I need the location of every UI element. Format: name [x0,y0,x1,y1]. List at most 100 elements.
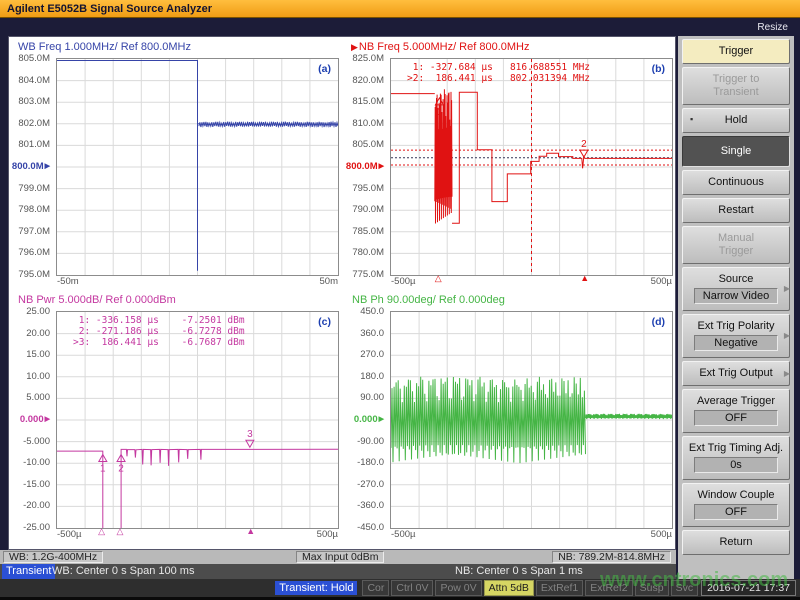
resize-button[interactable]: Resize [757,22,788,33]
marker-position-icon[interactable]: ▲ [246,526,255,536]
plot-quadrant-nb-power: NB Pwr 5.000dB/ Ref 0.000dBm 25.0020.001… [9,293,343,546]
submenu-arrow-icon: ▶ [784,284,790,293]
sidebar-button-ext-trig-timing-adj[interactable]: Ext Trig Timing Adj. 0s [682,436,790,480]
y-tick-label: -10.00 [23,457,50,468]
y-tick-label: 450.0 [360,306,384,317]
y-tick-label: -270.0 [357,479,384,490]
sidebar-button-manual-trigger: ManualTrigger [682,226,790,264]
wb-sweep-label: WB: Center 0 s Span 100 ms [52,564,194,579]
plot-b-graph[interactable]: 12 1: -327.684 µs 816.688551 MHz>2: 186.… [390,58,673,276]
button-label: Trigger [685,45,787,58]
marker-position-outline-icon[interactable]: △ [98,526,105,537]
marker-readout-line: >2: 186.441 µs 802.031394 MHz [407,73,590,84]
status-cell-susp: Susp [635,580,669,596]
sidebar-menu: Trigger Trigger toTransient Hold▪ Single Con… [678,36,794,579]
button-label: Transient [685,86,787,99]
button-label: Ext Trig Polarity [685,320,787,333]
status-indicators: CorCtrl 0VPow 0VAttn 5dBExtRef1ExtRef2Su… [360,580,698,596]
sidebar-button-window-couple[interactable]: Window CoupleOFF [682,483,790,527]
status-bar: Transient: Hold CorCtrl 0VPow 0VAttn 5dB… [0,579,800,597]
marker-readout-line: 2: -271.186 µs -6.7278 dBm [73,326,245,337]
sweep-settings-bar: Transient WB: Center 0 s Span 100 ms NB:… [0,564,676,579]
sidebar-button-ext-trig-polarity[interactable]: Ext Trig PolarityNegative▶ [682,314,790,358]
button-label: Return [685,536,787,549]
plot-a-corner-label: (a) [318,63,331,75]
svg-text:2: 2 [118,464,124,475]
y-tick-label: 801.0M [18,139,50,150]
button-label: Hold [685,114,787,127]
y-tick-label: 805.0M [352,139,384,150]
status-cell-cor: Cor [362,580,389,596]
sidebar-button-trigger-to-transient: Trigger toTransient [682,67,790,105]
y-tick-label: -180.0 [357,457,384,468]
plot-d-yaxis: 450.0360.0270.0180.090.000.000▶-90.00-18… [343,311,387,529]
y-tick-label: 775.0M [352,269,384,280]
y-tick-label: 800.0M▶ [346,161,384,172]
sidebar-button-return[interactable]: Return [682,530,790,555]
y-tick-label: -15.00 [23,479,50,490]
plot-c-corner-label: (c) [318,316,331,328]
sidebar-button-source[interactable]: Source Narrow Video ▶ [682,267,790,311]
plot-d-title: NB Ph 90.00deg/ Ref 0.000deg [351,294,677,307]
y-tick-label: 795.0M [18,269,50,280]
button-label: Trigger [685,245,787,258]
plot-b-xaxis: -500µ 500µ △▲ [390,276,673,288]
button-label: Window Couple [685,489,787,502]
y-tick-label: 0.000▶ [354,414,384,425]
y-tick-label: 780.0M [352,247,384,258]
trigger-status-badge: Transient: Hold [275,581,357,595]
button-label: Ext Trig Timing Adj. [685,442,787,455]
y-tick-label: 270.0 [360,349,384,360]
marker-readout-line: 1: -327.684 µs 816.688551 MHz [407,62,590,73]
active-trace-icon: ▶ [351,42,358,52]
selected-bullet-icon: ▪ [690,114,693,124]
y-tick-label: -25.00 [23,522,50,533]
title-bar: Agilent E5052B Signal Source Analyzer [0,0,800,18]
plot-a-yaxis: 805.0M804.0M803.0M802.0M801.0M800.0M▶799… [9,58,53,276]
sidebar-button-restart[interactable]: Restart [682,198,790,223]
y-tick-label: 825.0M [352,53,384,64]
sidebar-button-trigger[interactable]: Trigger [682,39,790,64]
marker-position-outline-icon[interactable]: △ [435,273,442,284]
button-value: Narrow Video [694,288,778,304]
button-label: Ext Trig Output [685,367,787,380]
plot-panel: WB Freq 1.000MHz/ Ref 800.0MHz 805.0M804… [8,36,676,550]
sidebar-button-ext-trig-output[interactable]: Ext Trig Output▶ [682,361,790,386]
sidebar-button-single[interactable]: Single [682,136,790,167]
plot-quadrant-nb-phase: NB Ph 90.00deg/ Ref 0.000deg 450.0360.02… [343,293,677,546]
button-value: 0s [694,457,778,473]
max-input-label: Max Input 0dBm [296,551,384,563]
plot-b-yaxis: 825.0M820.0M815.0M810.0M805.0M800.0M▶795… [343,58,387,276]
marker-position-outline-icon[interactable]: △ [117,526,124,537]
y-tick-label: 802.0M [18,118,50,129]
status-cell-pow-0v: Pow 0V [435,580,481,596]
y-tick-label: -90.00 [357,436,384,447]
plot-a-title: WB Freq 1.000MHz/ Ref 800.0MHz [17,41,343,54]
sidebar-button-average-trigger[interactable]: Average TriggerOFF [682,389,790,433]
plot-c-yaxis: 25.0020.0015.0010.005.0000.000▶-5.000-10… [9,311,53,529]
y-tick-label: 180.0 [360,371,384,382]
y-tick-label: 15.00 [26,349,50,360]
y-tick-label: 815.0M [352,96,384,107]
button-label: Manual [685,232,787,245]
frequency-band-bar: WB: 1.2G-400MHz Max Input 0dBm NB: 789.2… [0,550,676,564]
marker-position-icon[interactable]: ▲ [580,273,589,283]
button-label: Trigger to [685,73,787,86]
plot-quadrant-nb-freq: ▶NB Freq 5.000MHz/ Ref 800.0MHz 825.0M82… [343,40,677,293]
sidebar-button-hold[interactable]: Hold▪ [682,108,790,133]
plot-c-xaxis: -500µ 500µ △△▲ [56,529,339,541]
svg-text:1: 1 [437,107,443,118]
nb-sweep-label: NB: Center 0 s Span 1 ms [455,564,583,579]
y-tick-label: 790.0M [352,204,384,215]
status-cell-extref2: ExtRef2 [585,580,632,596]
y-tick-label: -5.000 [23,436,50,447]
reference-level-icon: ▶ [379,416,384,423]
sidebar-button-continuous[interactable]: Continuous [682,170,790,195]
plot-a-graph[interactable]: (a) [56,58,339,276]
plot-d-graph[interactable]: (d) [390,311,673,529]
plot-c-graph[interactable]: 123 1: -336.158 µs -7.2501 dBm 2: -271.1… [56,311,339,529]
y-tick-label: 25.00 [26,306,50,317]
y-tick-label: 20.00 [26,328,50,339]
button-label: Source [685,273,787,286]
y-tick-label: 796.0M [18,247,50,258]
